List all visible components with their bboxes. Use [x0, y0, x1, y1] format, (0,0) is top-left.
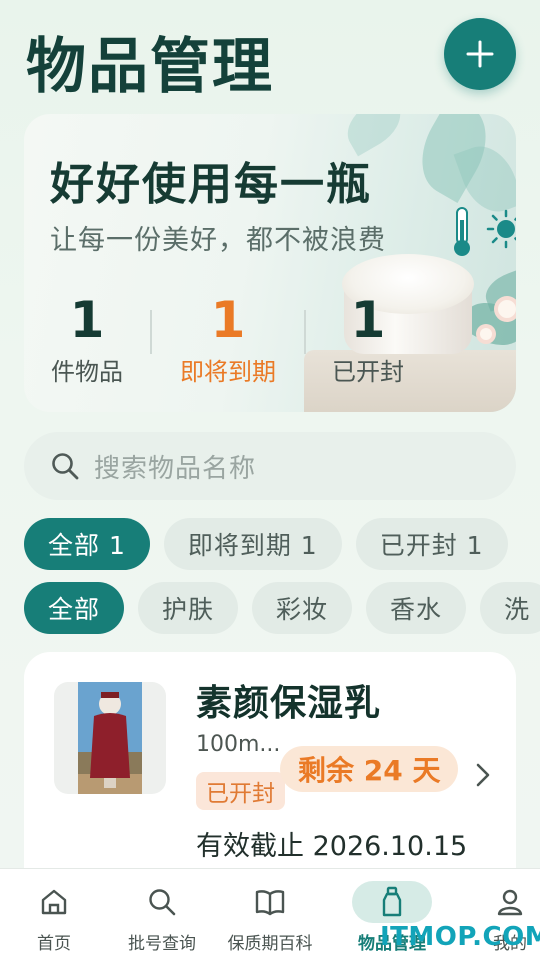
home-icon	[41, 889, 67, 915]
page-title: 物品管理	[26, 32, 274, 102]
plus-icon	[466, 40, 494, 68]
item-name: 素颜保湿乳	[196, 683, 382, 724]
category-filter-row: 全部 护肤 彩妆 香水 洗	[24, 582, 540, 634]
filter-chip-all[interactable]: 全部 1	[24, 518, 150, 570]
sun-icon	[486, 209, 516, 249]
thermometer-icon	[454, 207, 470, 256]
search-placeholder: 搜索物品名称	[94, 453, 257, 484]
item-expiry-date: 有效截止 2026.10.15	[196, 831, 468, 862]
remaining-days-badge: 剩余 24 天	[280, 746, 459, 792]
stat-total[interactable]: 1 件物品	[50, 292, 124, 387]
promo-banner: 好好使用每一瓶 让每一份美好，都不被浪费 1 件物品 1 即将到期 1 已开封	[24, 114, 516, 412]
stat-opened[interactable]: 1 已开封	[330, 292, 406, 387]
category-chip-wash[interactable]: 洗	[480, 582, 540, 634]
item-status-badge: 已开封	[196, 772, 285, 810]
category-chip-perfume[interactable]: 香水	[366, 582, 467, 634]
tab-shelf-life-wiki-label: 保质期百科	[227, 934, 313, 954]
filter-chip-expiring[interactable]: 即将到期 1	[163, 518, 342, 570]
tab-batch-query[interactable]: 批号查询	[108, 869, 216, 960]
tab-batch-query-label: 批号查询	[128, 934, 196, 954]
banner-title: 好好使用每一瓶	[50, 159, 372, 210]
add-item-button[interactable]	[444, 18, 516, 90]
stat-expiring-label: 即将到期	[180, 358, 276, 386]
stat-opened-label: 已开封	[332, 358, 404, 386]
stat-opened-value: 1	[350, 291, 386, 349]
bottle-icon	[382, 886, 402, 917]
item-thumbnail	[54, 682, 166, 794]
status-filter-row: 全部 1 即将到期 1 已开封 1	[24, 518, 508, 570]
stat-expiring-value: 1	[210, 291, 246, 349]
category-chip-all[interactable]: 全部	[24, 582, 125, 634]
tab-shelf-life-wiki[interactable]: 保质期百科	[216, 869, 324, 960]
search-icon	[52, 453, 79, 480]
banner-subtitle: 让每一份美好，都不被浪费	[50, 225, 386, 256]
watermark-text: ITMOP.COM	[380, 922, 540, 952]
tab-home[interactable]: 首页	[0, 869, 108, 960]
user-icon	[497, 889, 523, 916]
search-input[interactable]: 搜索物品名称	[24, 432, 516, 500]
stat-total-label: 件物品	[51, 358, 123, 386]
stat-total-value: 1	[69, 291, 105, 349]
chevron-right-icon[interactable]	[474, 760, 492, 790]
book-icon	[255, 890, 285, 916]
category-chip-makeup[interactable]: 彩妆	[252, 582, 353, 634]
filter-chip-opened[interactable]: 已开封 1	[355, 518, 508, 570]
category-chip-skincare[interactable]: 护肤	[138, 582, 239, 634]
item-size: 100m...	[196, 732, 281, 757]
tab-home-label: 首页	[37, 934, 71, 954]
stat-expiring[interactable]: 1 即将到期	[176, 292, 280, 387]
search-icon	[149, 889, 176, 916]
